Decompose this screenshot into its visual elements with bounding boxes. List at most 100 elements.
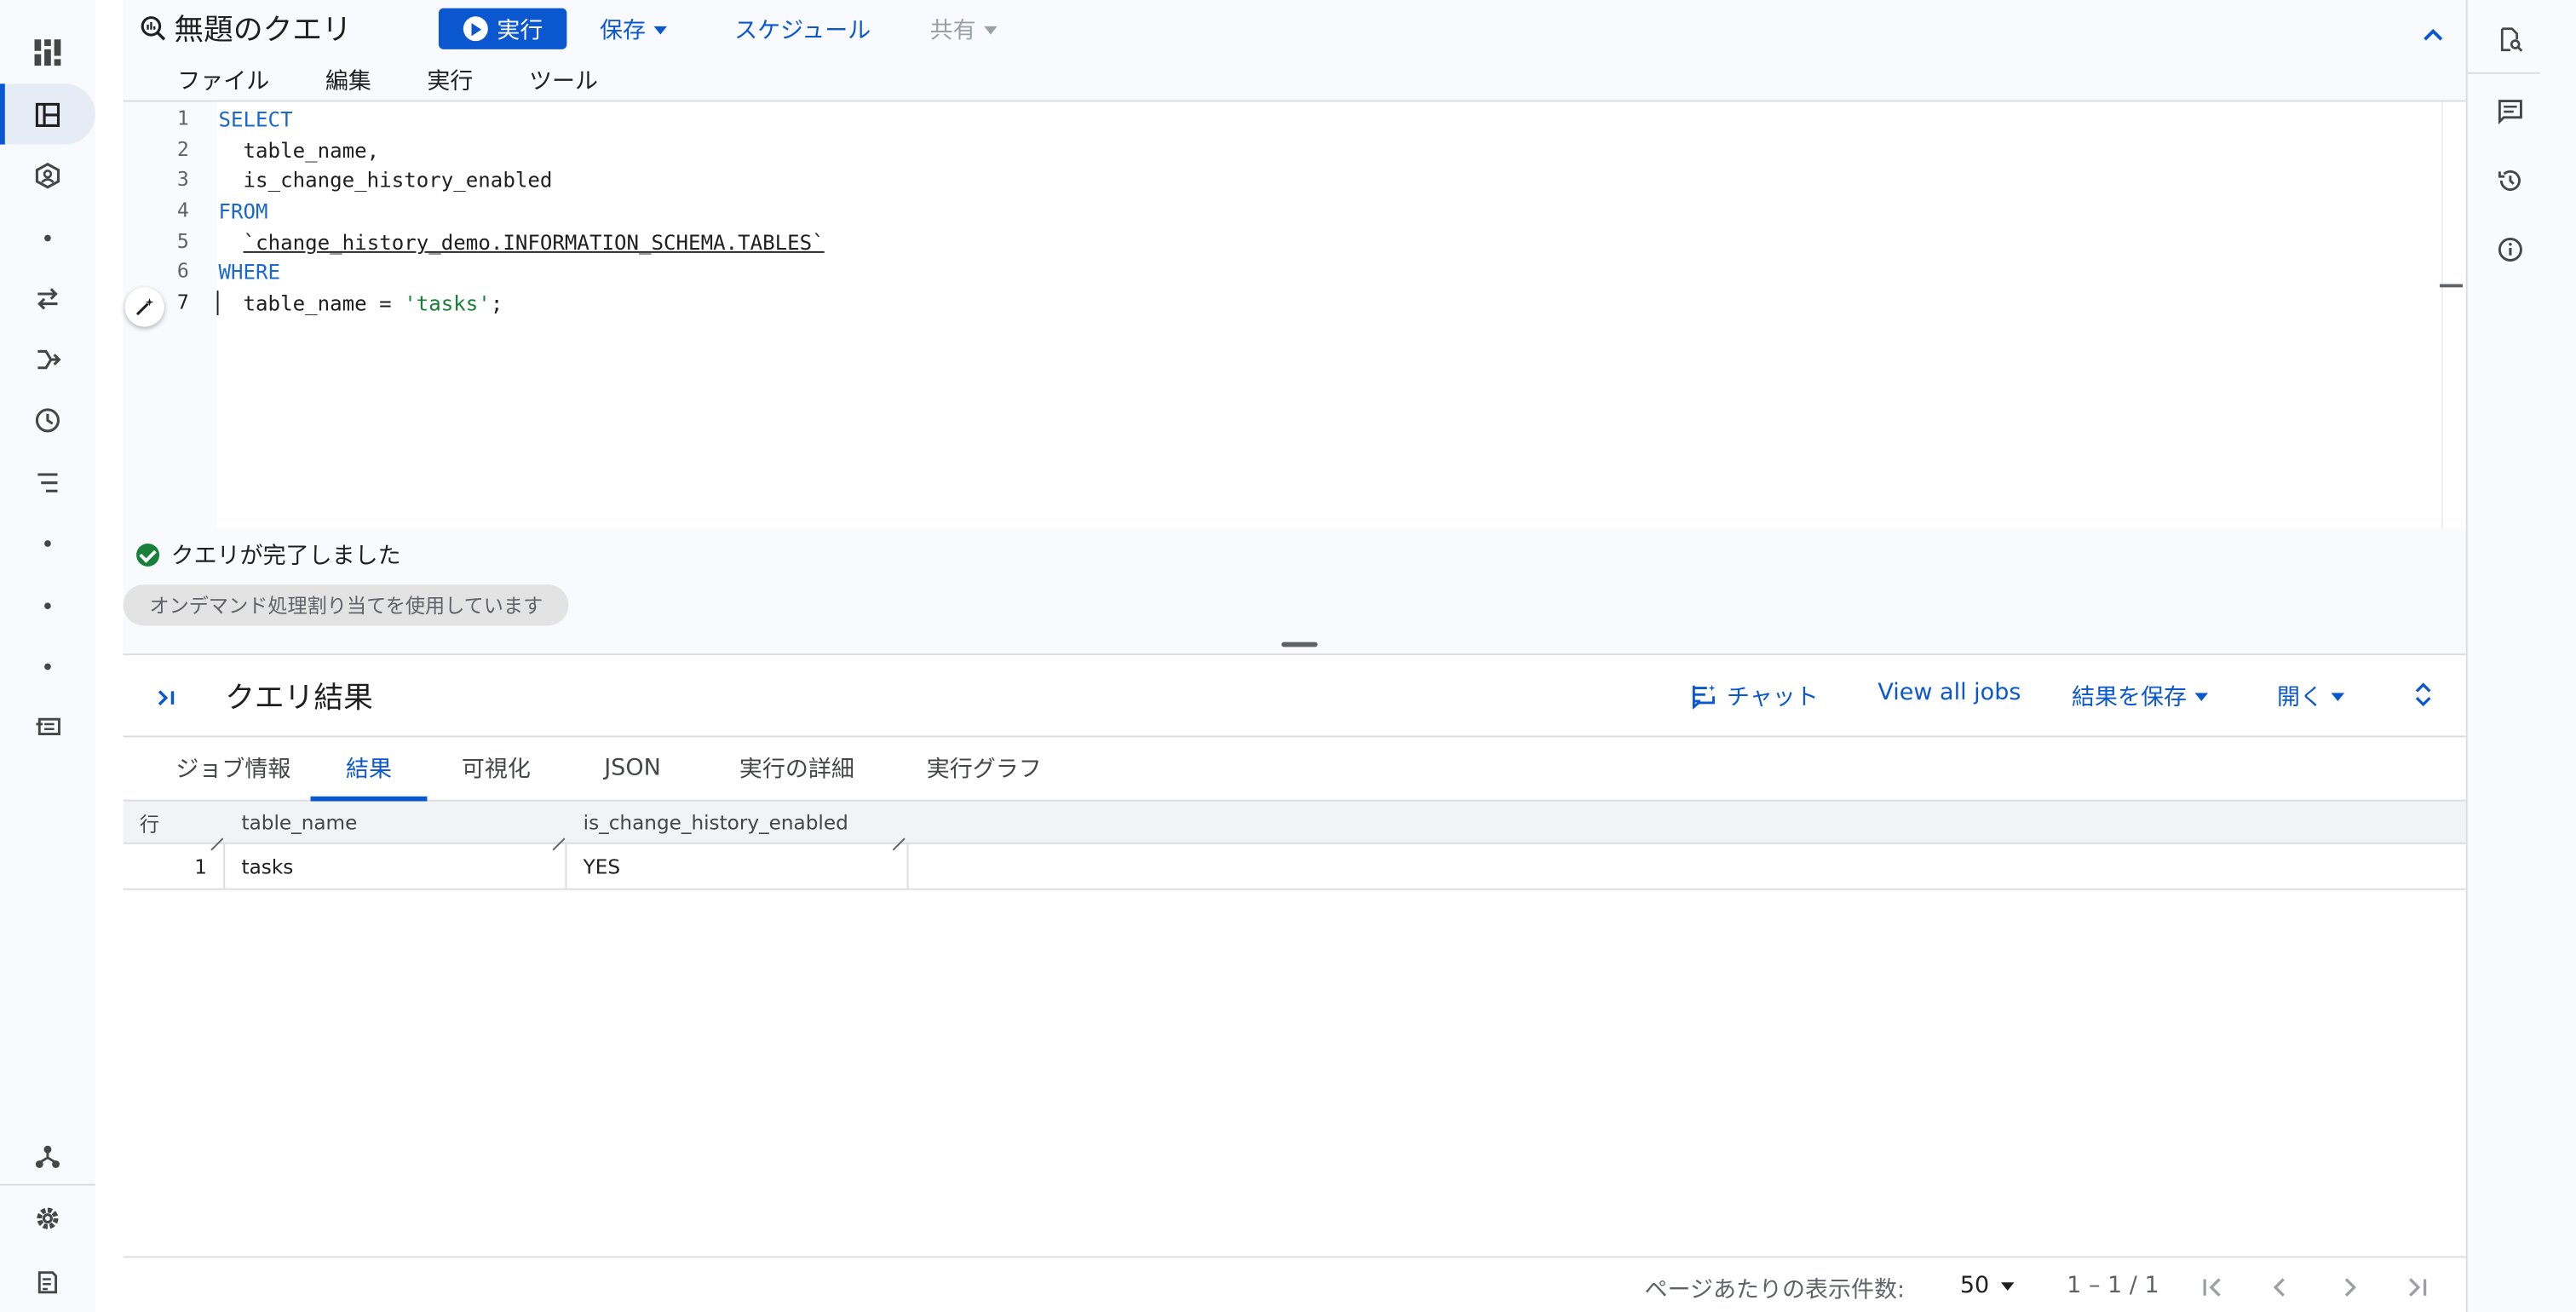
- caret-down-icon: [653, 25, 668, 34]
- release-notes-doc-icon[interactable]: [0, 1252, 95, 1312]
- share-menu-button[interactable]: 共有: [930, 13, 998, 46]
- rail-dot-4[interactable]: [0, 636, 95, 696]
- code-line[interactable]: `change_history_demo.INFORMATION_SCHEMA.…: [219, 230, 825, 255]
- chip-label: オンデマンド処理割り当てを使用しています: [149, 594, 543, 618]
- column-resize-handle[interactable]: [892, 826, 905, 838]
- page-size-label: ページあたりの表示件数:: [1644, 1277, 1906, 1304]
- sql-keyword: FROM: [218, 199, 268, 224]
- job-explorer-nav-icon[interactable]: [0, 452, 95, 512]
- rail-dot-3[interactable]: [0, 575, 95, 636]
- chat-label: チャット: [1726, 684, 1819, 711]
- run-button[interactable]: 実行: [438, 8, 567, 49]
- sql-editor[interactable]: 1 2 3 4 5 6 7 SELECT table_name, is_chan…: [123, 101, 2466, 529]
- version-history-icon[interactable]: [2491, 161, 2530, 200]
- tab-json[interactable]: JSON: [585, 737, 681, 799]
- schedule-button[interactable]: スケジュール: [734, 13, 871, 46]
- code-line[interactable]: is_change_history_enabled: [219, 168, 553, 193]
- caret-down-icon: [984, 25, 998, 34]
- query-info-doc-search-icon[interactable]: [2491, 20, 2530, 59]
- open-label: 開く: [2277, 684, 2324, 711]
- line-number: 3: [176, 167, 189, 191]
- code-line[interactable]: table_name = 'tasks';: [219, 291, 503, 315]
- tab-visualize[interactable]: 可視化: [446, 737, 548, 799]
- page-size-select[interactable]: 50: [1960, 1273, 2015, 1299]
- caret-down-icon: [2331, 692, 2345, 701]
- info-icon[interactable]: [2491, 230, 2530, 269]
- query-results-panel: クエリ結果 チャット View all jobs 結果を保存 開く ジョブ情報 …: [123, 653, 2466, 1312]
- studio-nav-icon[interactable]: [0, 83, 95, 145]
- sql-keyword: SELECT: [218, 106, 293, 132]
- comment-icon[interactable]: [2491, 92, 2530, 131]
- next-page-icon[interactable]: [2337, 1275, 2360, 1306]
- menu-file[interactable]: ファイル: [177, 64, 269, 97]
- sql-token: is_change_history_enabled: [218, 167, 553, 193]
- column-resize-handle[interactable]: [552, 826, 565, 838]
- rail-dot-1[interactable]: [0, 207, 95, 268]
- on-demand-slot-chip: オンデマンド処理割り当てを使用しています: [123, 584, 570, 626]
- column-header-table-name[interactable]: table_name: [225, 802, 566, 844]
- menu-tools[interactable]: ツール: [529, 64, 598, 97]
- open-menu-button[interactable]: 開く: [2277, 680, 2345, 713]
- view-all-jobs-label: View all jobs: [1877, 679, 2021, 706]
- release-notes-nav-icon[interactable]: [0, 696, 95, 757]
- column-resize-handle[interactable]: [210, 826, 223, 838]
- main-panel: 無題のクエリ 実行 保存 スケジュール 共有 ファイル 編集 実行 ツール 1 …: [123, 0, 2466, 1312]
- table-cell[interactable]: tasks: [225, 843, 567, 890]
- line-number: 5: [176, 229, 189, 253]
- caret-down-icon: [2194, 692, 2209, 701]
- expand-panel-icon[interactable]: [156, 683, 175, 715]
- save-menu-button[interactable]: 保存: [599, 13, 668, 46]
- menu-edit[interactable]: 編集: [325, 64, 371, 97]
- code-line[interactable]: SELECT: [219, 106, 293, 131]
- first-page-icon[interactable]: [2201, 1275, 2224, 1306]
- results-title: クエリ結果: [225, 681, 373, 716]
- tab-execution-graph[interactable]: 実行グラフ: [909, 737, 1060, 799]
- ai-assist-wand-icon[interactable]: [124, 287, 164, 327]
- query-editor-header: 無題のクエリ 実行 保存 スケジュール 共有 ファイル 編集 実行 ツール: [123, 0, 2466, 102]
- code-line[interactable]: FROM: [219, 199, 268, 223]
- tab-job-info[interactable]: ジョブ情報: [156, 737, 310, 799]
- column-header-is-change-history-enabled[interactable]: is_change_history_enabled: [566, 802, 908, 844]
- save-results-menu-button[interactable]: 結果を保存: [2072, 680, 2209, 713]
- tab-execution-details[interactable]: 実行の詳細: [715, 737, 879, 799]
- row-number-cell: 1: [124, 843, 226, 890]
- results-header: クエリ結果 チャット View all jobs 結果を保存 開く: [123, 655, 2466, 738]
- code-line[interactable]: table_name,: [219, 138, 380, 163]
- grid-header-row: 行 table_name is_change_history_enabled: [123, 801, 2466, 844]
- page-range: 1 – 1 / 1: [2067, 1272, 2159, 1299]
- scheduled-queries-clock-icon[interactable]: [0, 389, 95, 450]
- last-page-icon[interactable]: [2405, 1275, 2428, 1306]
- rail-divider: [0, 1183, 95, 1186]
- table-cell[interactable]: YES: [566, 843, 909, 890]
- chat-button[interactable]: チャット: [1691, 680, 1819, 713]
- view-all-jobs-link[interactable]: View all jobs: [1877, 680, 2021, 706]
- query-title-area: 無題のクエリ: [140, 9, 352, 48]
- right-side-rail: [2465, 0, 2576, 1312]
- data-transfer-nav-icon[interactable]: [0, 268, 95, 328]
- partner-center-nav-icon[interactable]: [0, 1125, 95, 1185]
- pipelines-nav-icon[interactable]: [0, 328, 95, 388]
- tab-results[interactable]: 結果: [310, 737, 428, 802]
- code-line[interactable]: WHERE: [219, 260, 281, 285]
- line-number: 2: [176, 137, 189, 161]
- resize-drag-handle[interactable]: [1281, 642, 1318, 647]
- status-message: クエリが完了しました: [170, 543, 401, 570]
- rail-dot-2[interactable]: [0, 512, 95, 573]
- collapse-editor-chevron-up-icon[interactable]: [2424, 16, 2443, 48]
- line-number: 1: [176, 106, 189, 130]
- bigquery-logo-icon[interactable]: [0, 21, 95, 82]
- editor-scroll-marker[interactable]: [2439, 284, 2463, 288]
- check-circle-icon: [136, 543, 160, 567]
- unfold-toggle-icon[interactable]: [2415, 682, 2431, 715]
- save-label: 保存: [599, 18, 646, 45]
- query-title[interactable]: 無題のクエリ: [174, 7, 351, 49]
- play-icon: [462, 16, 487, 42]
- query-complete-status: クエリが完了しました: [136, 538, 401, 572]
- previous-page-icon[interactable]: [2268, 1275, 2291, 1306]
- table-row[interactable]: 1 tasks YES: [123, 843, 2466, 890]
- menu-run[interactable]: 実行: [427, 64, 473, 97]
- settings-gear-icon[interactable]: [0, 1188, 95, 1248]
- data-canvas-nav-icon[interactable]: [0, 145, 95, 205]
- column-header-label: table_name: [241, 811, 358, 835]
